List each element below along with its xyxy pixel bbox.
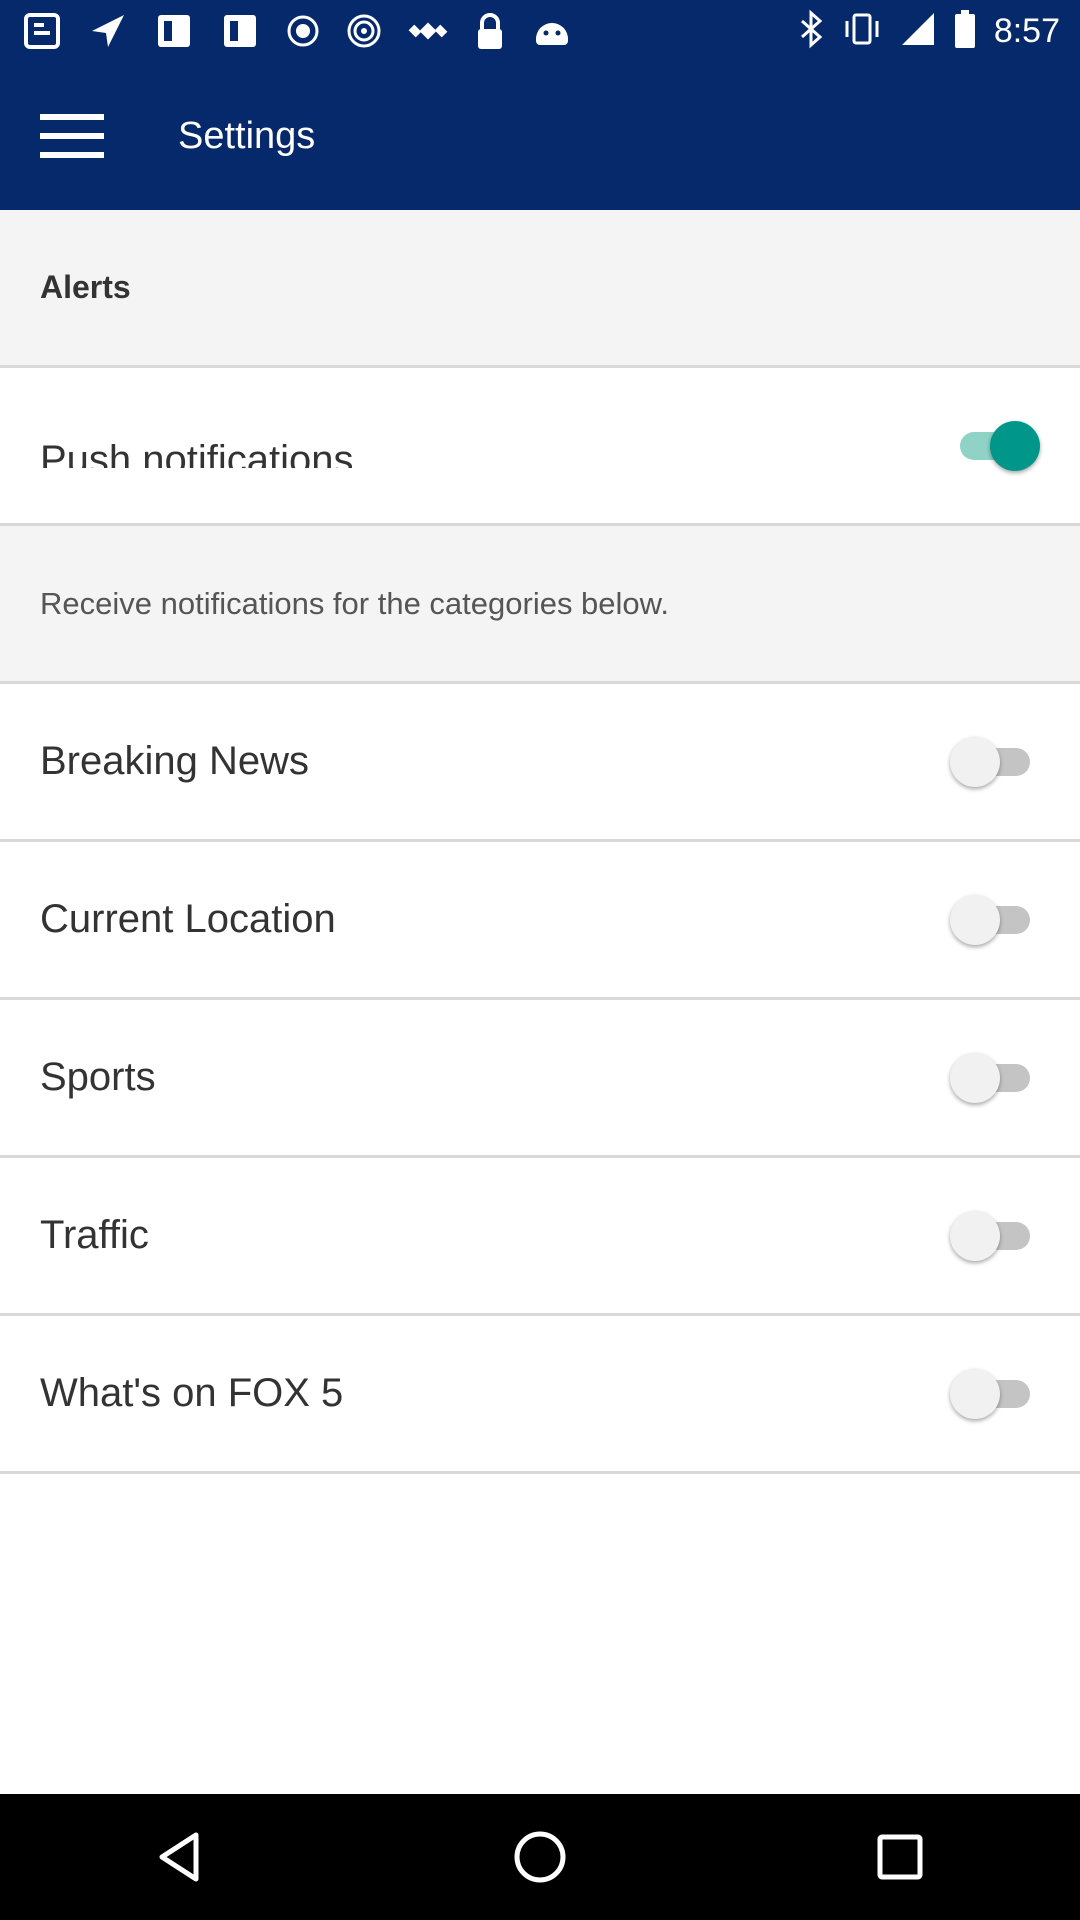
category-label: What's on FOX 5 [40,1371,344,1415]
settings-list: Alerts Push notifications Receive notifi… [0,210,1080,1474]
back-icon[interactable] [120,1797,240,1917]
toggle-thumb [950,736,1000,787]
status-bar: 8:57 [0,0,1080,62]
navigation-arrow-icon [88,11,128,51]
toggle-thumb [950,1368,1000,1419]
wifi-hotspot-icon [346,13,382,49]
current-location-toggle[interactable] [950,892,1040,948]
sports-toggle[interactable] [950,1050,1040,1106]
category-row-whats-on-fox-5[interactable]: What's on FOX 5 [0,1316,1080,1474]
category-label: Traffic [40,1213,149,1257]
toggle-thumb [950,894,1000,945]
push-notifications-row[interactable]: Push notifications [0,368,1080,526]
category-row-current-location[interactable]: Current Location [0,842,1080,1000]
push-notifications-toggle[interactable] [950,418,1040,474]
categories-description-row: Receive notifications for the categories… [0,526,1080,684]
notification-app-icon [154,11,194,51]
categories-description: Receive notifications for the categories… [40,585,669,621]
breaking-news-toggle[interactable] [950,734,1040,790]
section-header-label: Alerts [40,269,131,305]
app-bar: Settings [0,62,1080,210]
system-nav-bar [0,1794,1080,1920]
whats-on-fox-5-toggle[interactable] [950,1366,1040,1422]
lock-icon [474,11,506,51]
category-row-sports[interactable]: Sports [0,1000,1080,1158]
hamburger-menu-icon[interactable] [22,86,122,186]
category-row-traffic[interactable]: Traffic [0,1158,1080,1316]
status-icons-right: 8:57 [798,9,1080,54]
toggle-thumb [990,420,1040,471]
push-notifications-label: Push notifications [40,437,354,468]
vibrate-icon [842,9,882,54]
traffic-toggle[interactable] [950,1208,1040,1264]
signal-icon [900,11,936,52]
notification-app-icon [220,11,260,51]
recents-icon[interactable] [840,1797,960,1917]
notification-app-icon [22,11,62,51]
toggle-thumb [950,1052,1000,1103]
category-label: Breaking News [40,739,310,783]
category-label: Current Location [40,897,336,941]
bluetooth-icon [798,9,824,54]
page-title: Settings [178,114,316,157]
home-icon[interactable] [480,1797,600,1917]
status-icons-left [0,11,572,51]
category-label: Sports [40,1055,156,1099]
category-row-breaking-news[interactable]: Breaking News [0,684,1080,842]
battery-icon [954,9,976,54]
satellite-icon [408,11,448,51]
status-time: 8:57 [993,11,1060,50]
android-icon [532,13,572,49]
record-icon [286,14,320,48]
toggle-thumb [950,1210,1000,1261]
section-header-alerts: Alerts [0,210,1080,368]
